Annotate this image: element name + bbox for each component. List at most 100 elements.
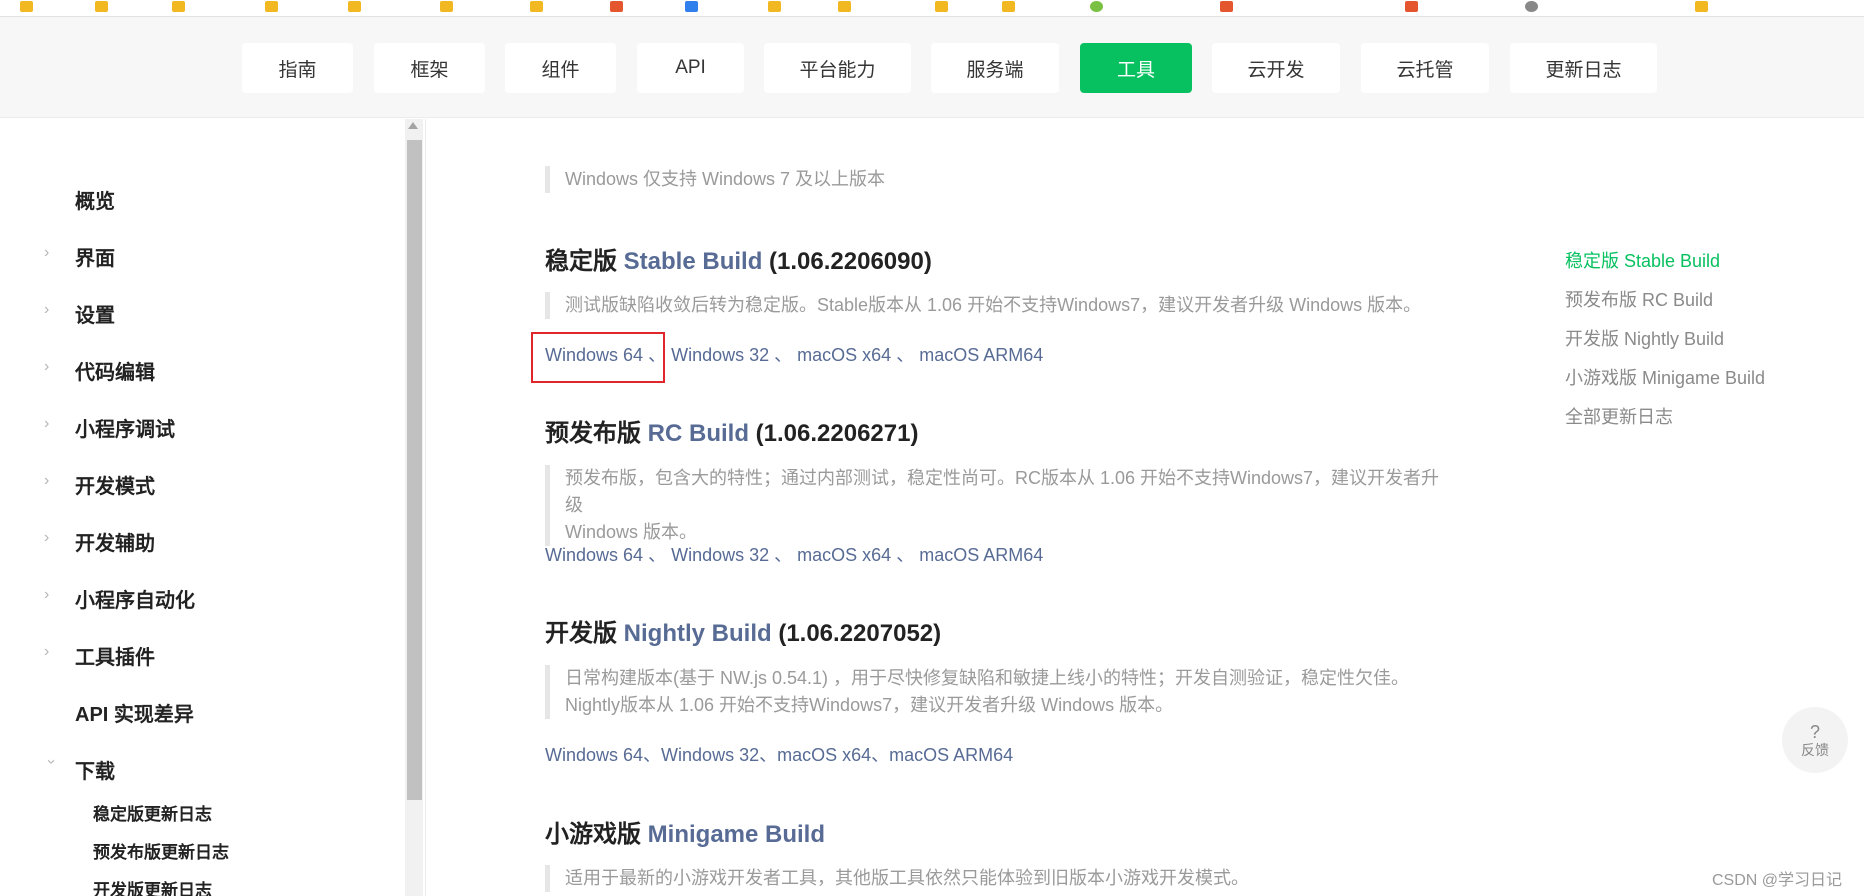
nav-tab-framework[interactable]: 框架: [374, 43, 485, 93]
bookmark-item[interactable]: [685, 1, 701, 13]
chevron-right-icon[interactable]: ›: [44, 245, 58, 261]
nightly-link-win32[interactable]: Windows 32: [661, 745, 759, 765]
sidebar: 概览 › 界面 › 设置 › 代码编辑 › 小程序调试 › 开发模式 › 开发辅…: [0, 119, 426, 896]
toc-item-minigame[interactable]: 小游戏版 Minigame Build: [1565, 364, 1765, 390]
nightly-link-macos-arm64[interactable]: macOS ARM64: [889, 745, 1013, 765]
sidebar-item-code-edit[interactable]: 代码编辑: [75, 356, 155, 385]
windows-support-note: Windows 仅支持 Windows 7 及以上版本: [545, 166, 1445, 193]
sidebar-item-download[interactable]: 下载: [75, 755, 115, 784]
minigame-build-heading: 小游戏版 Minigame Build: [545, 814, 825, 849]
bookmark-item[interactable]: [610, 1, 626, 13]
csdn-watermark: CSDN @学习日记: [1712, 872, 1843, 889]
nav-tab-api[interactable]: API: [637, 43, 744, 93]
nightly-note-line1: 日常构建版本(基于 NW.js 0.54.1) ，用于尽快修复缺陷和敏捷上线小的…: [565, 668, 1410, 688]
nav-tab-tools[interactable]: 工具: [1080, 43, 1192, 93]
bookmark-item[interactable]: [1220, 1, 1236, 13]
minigame-title-cn: 小游戏版: [545, 821, 641, 848]
bookmark-item[interactable]: [172, 1, 188, 13]
nightly-download-links: Windows 64、Windows 32、macOS x64、macOS AR…: [545, 745, 1014, 765]
feedback-button[interactable]: ? 反馈: [1782, 707, 1848, 773]
sidebar-item-dev-assist[interactable]: 开发辅助: [75, 527, 155, 556]
sidebar-item-debug[interactable]: 小程序调试: [75, 413, 175, 442]
stable-version: (1.06.2206090): [769, 248, 932, 275]
sidebar-subitem-nightly-log[interactable]: 开发版更新日志: [93, 876, 212, 896]
rc-note: 预发布版，包含大的特性；通过内部测试，稳定性尚可。RC版本从 1.06 开始不支…: [545, 465, 1445, 546]
nightly-title-cn: 开发版: [545, 620, 617, 647]
chevron-right-icon[interactable]: ›: [44, 644, 58, 660]
nightly-link-macos-x64[interactable]: macOS x64: [777, 745, 871, 765]
bookmark-item[interactable]: [768, 1, 784, 13]
sidebar-item-overview[interactable]: 概览: [75, 185, 115, 214]
bookmark-item[interactable]: [530, 1, 546, 13]
chevron-down-icon[interactable]: ›: [43, 759, 60, 773]
chevron-right-icon[interactable]: ›: [44, 416, 58, 432]
minigame-note: 适用于最新的小游戏开发者工具，其他版工具依然只能体验到旧版本小游戏开发模式。: [545, 865, 1445, 892]
sidebar-item-plugins[interactable]: 工具插件: [75, 641, 155, 670]
bookmark-item[interactable]: [1695, 1, 1711, 13]
bookmark-item[interactable]: [95, 1, 111, 13]
bookmark-item[interactable]: [1002, 1, 1018, 13]
nightly-note: 日常构建版本(基于 NW.js 0.54.1) ，用于尽快修复缺陷和敏捷上线小的…: [545, 665, 1445, 719]
rc-version: (1.06.2206271): [755, 420, 919, 447]
rc-note-line1: 预发布版，包含大的特性；通过内部测试，稳定性尚可。RC版本从 1.06 开始不支…: [565, 468, 1440, 515]
top-navigation: 指南 框架 组件 API 平台能力 服务端 工具 云开发 云托管 更新日志: [0, 17, 1864, 118]
chevron-right-icon[interactable]: ›: [44, 473, 58, 489]
nav-tab-guide[interactable]: 指南: [242, 43, 353, 93]
stable-build-heading: 稳定版 Stable Build (1.06.2206090): [545, 241, 932, 276]
nav-tab-changelog[interactable]: 更新日志: [1510, 43, 1657, 93]
sidebar-item-interface[interactable]: 界面: [75, 242, 115, 271]
bookmark-item[interactable]: [838, 1, 854, 13]
stable-title-en: Stable Build: [623, 248, 763, 275]
nav-tab-server[interactable]: 服务端: [931, 43, 1059, 93]
chevron-right-icon[interactable]: ›: [44, 359, 58, 375]
nav-tab-components[interactable]: 组件: [505, 43, 616, 93]
toc-item-all-changelog[interactable]: 全部更新日志: [1565, 403, 1673, 429]
chevron-right-icon[interactable]: ›: [44, 587, 58, 603]
sidebar-subitem-rc-log[interactable]: 预发布版更新日志: [93, 838, 229, 863]
stable-note: 测试版缺陷收敛后转为稳定版。Stable版本从 1.06 开始不支持Window…: [545, 292, 1445, 319]
rc-link-win64[interactable]: Windows 64: [545, 545, 643, 565]
bookmark-item[interactable]: [1525, 1, 1541, 13]
chevron-right-icon[interactable]: ›: [44, 302, 58, 318]
nav-tab-cloud-dev[interactable]: 云开发: [1212, 43, 1340, 93]
stable-title-cn: 稳定版: [545, 248, 617, 275]
minigame-title-en: Minigame Build: [647, 821, 826, 848]
bookmark-item[interactable]: [440, 1, 456, 13]
bookmark-item[interactable]: [1090, 1, 1106, 13]
rc-download-links: Windows 64 、 Windows 32 、 macOS x64 、 ma…: [545, 545, 1044, 565]
bookmarks-bar: [0, 0, 1864, 17]
bookmark-item[interactable]: [1405, 1, 1421, 13]
scroll-up-arrow-icon[interactable]: [408, 122, 418, 129]
sidebar-scroll-thumb[interactable]: [407, 140, 422, 800]
nightly-build-heading: 开发版 Nightly Build (1.06.2207052): [545, 613, 941, 648]
rc-link-win32[interactable]: Windows 32: [671, 545, 769, 565]
nav-tab-cloud-hosting[interactable]: 云托管: [1361, 43, 1489, 93]
sidebar-item-api-diff[interactable]: API 实现差异: [75, 698, 194, 727]
bookmark-item[interactable]: [20, 1, 36, 13]
nightly-link-win64[interactable]: Windows 64: [545, 745, 643, 765]
stable-link-win32[interactable]: Windows 32: [671, 345, 769, 365]
question-icon: ?: [1809, 722, 1820, 742]
bookmark-item[interactable]: [265, 1, 281, 13]
nightly-note-line2: Nightly版本从 1.06 开始不支持Windows7，建议开发者升级 Wi…: [565, 695, 1174, 715]
rc-link-macos-x64[interactable]: macOS x64: [797, 545, 891, 565]
toc-item-stable[interactable]: 稳定版 Stable Build: [1565, 247, 1720, 273]
toc-item-nightly[interactable]: 开发版 Nightly Build: [1565, 325, 1724, 351]
nav-tab-platform[interactable]: 平台能力: [764, 43, 911, 93]
stable-link-macos-x64[interactable]: macOS x64: [797, 345, 891, 365]
rc-link-macos-arm64[interactable]: macOS ARM64: [919, 545, 1043, 565]
toc-item-rc[interactable]: 预发布版 RC Build: [1565, 286, 1713, 312]
chevron-right-icon[interactable]: ›: [44, 530, 58, 546]
sidebar-item-settings[interactable]: 设置: [75, 299, 115, 328]
feedback-label: 反馈: [1801, 742, 1829, 758]
rc-title-en: RC Build: [647, 420, 749, 447]
sidebar-item-dev-mode[interactable]: 开发模式: [75, 470, 155, 499]
sidebar-subitem-stable-log[interactable]: 稳定版更新日志: [93, 800, 212, 825]
sidebar-item-automation[interactable]: 小程序自动化: [75, 584, 195, 613]
bookmark-item[interactable]: [348, 1, 364, 13]
stable-link-macos-arm64[interactable]: macOS ARM64: [919, 345, 1043, 365]
rc-title-cn: 预发布版: [545, 420, 641, 447]
nightly-title-en: Nightly Build: [623, 620, 772, 647]
highlight-annotation-box: [531, 332, 665, 383]
bookmark-item[interactable]: [935, 1, 951, 13]
